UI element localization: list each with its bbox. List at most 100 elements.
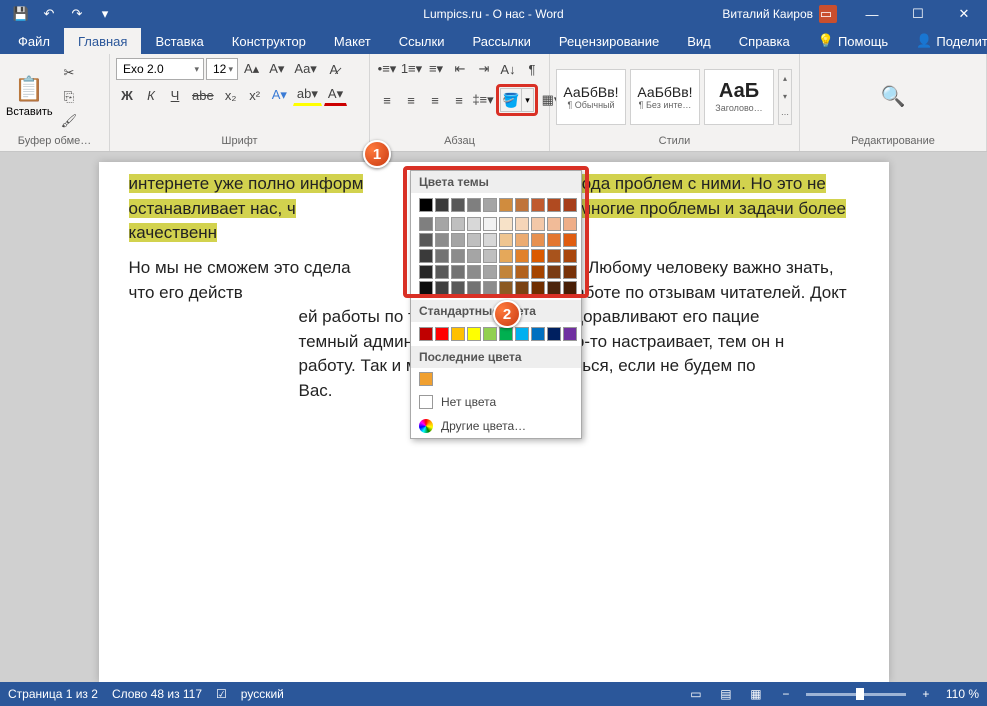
no-color-item[interactable]: Нет цвета bbox=[411, 390, 581, 414]
color-swatch[interactable] bbox=[563, 265, 577, 279]
color-swatch[interactable] bbox=[515, 217, 529, 231]
bullets-icon[interactable]: •≡▾ bbox=[376, 58, 398, 80]
tab-design[interactable]: Конструктор bbox=[218, 28, 320, 54]
format-painter-icon[interactable]: 🖌 bbox=[57, 110, 82, 132]
tab-help[interactable]: Справка bbox=[725, 28, 804, 54]
more-colors-item[interactable]: Другие цвета… bbox=[411, 414, 581, 438]
web-layout-icon[interactable]: ▦ bbox=[746, 685, 766, 703]
grow-font-icon[interactable]: A▴ bbox=[240, 58, 263, 80]
read-mode-icon[interactable]: ▭ bbox=[686, 685, 706, 703]
color-swatch[interactable] bbox=[499, 217, 513, 231]
zoom-slider[interactable] bbox=[806, 693, 906, 696]
color-swatch[interactable] bbox=[451, 281, 465, 295]
cut-icon[interactable]: ✂ bbox=[57, 62, 82, 84]
color-swatch[interactable] bbox=[483, 281, 497, 295]
color-swatch[interactable] bbox=[467, 281, 481, 295]
color-swatch[interactable] bbox=[531, 265, 545, 279]
color-swatch[interactable] bbox=[483, 217, 497, 231]
clear-format-icon[interactable]: A̷ bbox=[323, 58, 345, 80]
color-swatch[interactable] bbox=[451, 265, 465, 279]
color-swatch[interactable] bbox=[451, 249, 465, 263]
bold-button[interactable]: Ж bbox=[116, 84, 138, 106]
color-swatch[interactable] bbox=[547, 217, 561, 231]
color-swatch[interactable] bbox=[451, 233, 465, 247]
color-swatch[interactable] bbox=[547, 281, 561, 295]
color-swatch[interactable] bbox=[515, 265, 529, 279]
tab-insert[interactable]: Вставка bbox=[141, 28, 217, 54]
font-color-icon[interactable]: A▾ bbox=[324, 84, 347, 106]
color-swatch[interactable] bbox=[499, 281, 513, 295]
tab-references[interactable]: Ссылки bbox=[385, 28, 459, 54]
color-swatch[interactable] bbox=[563, 198, 577, 212]
proofing-icon[interactable]: ☑ bbox=[216, 687, 227, 701]
zoom-in-button[interactable]: + bbox=[916, 685, 936, 703]
highlight-color-icon[interactable]: ab▾ bbox=[293, 84, 322, 106]
color-swatch[interactable] bbox=[435, 265, 449, 279]
style-normal[interactable]: АаБбВв! ¶ Обычный bbox=[556, 69, 626, 125]
color-swatch[interactable] bbox=[435, 281, 449, 295]
color-swatch[interactable] bbox=[483, 265, 497, 279]
color-swatch[interactable] bbox=[531, 327, 545, 341]
color-swatch[interactable] bbox=[499, 327, 513, 341]
font-size-combo[interactable]: 12 bbox=[206, 58, 238, 80]
copy-icon[interactable]: ⎘ bbox=[57, 86, 82, 108]
superscript-button[interactable]: x² bbox=[244, 84, 266, 106]
paste-icon[interactable]: 📋 bbox=[14, 75, 44, 104]
color-swatch[interactable] bbox=[499, 233, 513, 247]
color-swatch[interactable] bbox=[531, 281, 545, 295]
color-swatch[interactable] bbox=[419, 249, 433, 263]
color-swatch[interactable] bbox=[531, 233, 545, 247]
color-swatch[interactable] bbox=[547, 327, 561, 341]
color-swatch[interactable] bbox=[451, 198, 465, 212]
color-swatch[interactable] bbox=[515, 249, 529, 263]
color-swatch[interactable] bbox=[419, 265, 433, 279]
tab-file[interactable]: Файл bbox=[4, 28, 64, 54]
zoom-thumb[interactable] bbox=[856, 688, 864, 700]
tab-layout[interactable]: Макет bbox=[320, 28, 385, 54]
color-swatch[interactable] bbox=[467, 265, 481, 279]
color-swatch[interactable] bbox=[547, 198, 561, 212]
color-swatch[interactable] bbox=[435, 198, 449, 212]
color-swatch[interactable] bbox=[515, 198, 529, 212]
show-marks-icon[interactable]: ¶ bbox=[521, 58, 543, 80]
strike-button[interactable]: abe bbox=[188, 84, 218, 106]
color-swatch[interactable] bbox=[563, 217, 577, 231]
color-swatch[interactable] bbox=[419, 281, 433, 295]
maximize-button[interactable]: ☐ bbox=[895, 0, 941, 28]
color-swatch[interactable] bbox=[563, 249, 577, 263]
close-button[interactable]: ✕ bbox=[941, 0, 987, 28]
color-swatch[interactable] bbox=[467, 233, 481, 247]
color-swatch[interactable] bbox=[515, 233, 529, 247]
color-swatch[interactable] bbox=[515, 281, 529, 295]
color-swatch[interactable] bbox=[499, 249, 513, 263]
recent-color-swatch[interactable] bbox=[419, 372, 433, 386]
color-swatch[interactable] bbox=[499, 265, 513, 279]
redo-icon[interactable]: ↷ bbox=[64, 2, 90, 26]
color-swatch[interactable] bbox=[531, 217, 545, 231]
save-icon[interactable]: 💾 bbox=[8, 2, 34, 26]
tell-me[interactable]: 💡Помощь bbox=[804, 28, 902, 54]
color-swatch[interactable] bbox=[531, 198, 545, 212]
qat-customize-icon[interactable]: ▾ bbox=[92, 2, 118, 26]
italic-button[interactable]: К bbox=[140, 84, 162, 106]
color-swatch[interactable] bbox=[451, 217, 465, 231]
color-swatch[interactable] bbox=[419, 327, 433, 341]
color-swatch[interactable] bbox=[547, 249, 561, 263]
shading-dropdown[interactable]: ▾ bbox=[521, 89, 533, 111]
multilevel-icon[interactable]: ≡▾ bbox=[425, 58, 447, 80]
zoom-level[interactable]: 110 % bbox=[946, 687, 979, 701]
tab-mailings[interactable]: Рассылки bbox=[458, 28, 544, 54]
sort-icon[interactable]: A↓ bbox=[497, 58, 519, 80]
text-effects-icon[interactable]: A▾ bbox=[268, 84, 291, 106]
style-no-spacing[interactable]: АаБбВв! ¶ Без инте… bbox=[630, 69, 700, 125]
tab-view[interactable]: Вид bbox=[673, 28, 725, 54]
font-name-combo[interactable]: Exo 2.0 bbox=[116, 58, 204, 80]
line-spacing-icon[interactable]: ‡≡▾ bbox=[472, 89, 494, 111]
align-left-icon[interactable]: ≡ bbox=[376, 89, 398, 111]
color-swatch[interactable] bbox=[483, 249, 497, 263]
find-icon[interactable]: 🔍 bbox=[881, 84, 906, 109]
tab-home[interactable]: Главная bbox=[64, 28, 141, 54]
color-swatch[interactable] bbox=[483, 327, 497, 341]
status-words[interactable]: Слово 48 из 117 bbox=[112, 687, 202, 701]
style-heading[interactable]: АаБ Заголово… bbox=[704, 69, 774, 125]
